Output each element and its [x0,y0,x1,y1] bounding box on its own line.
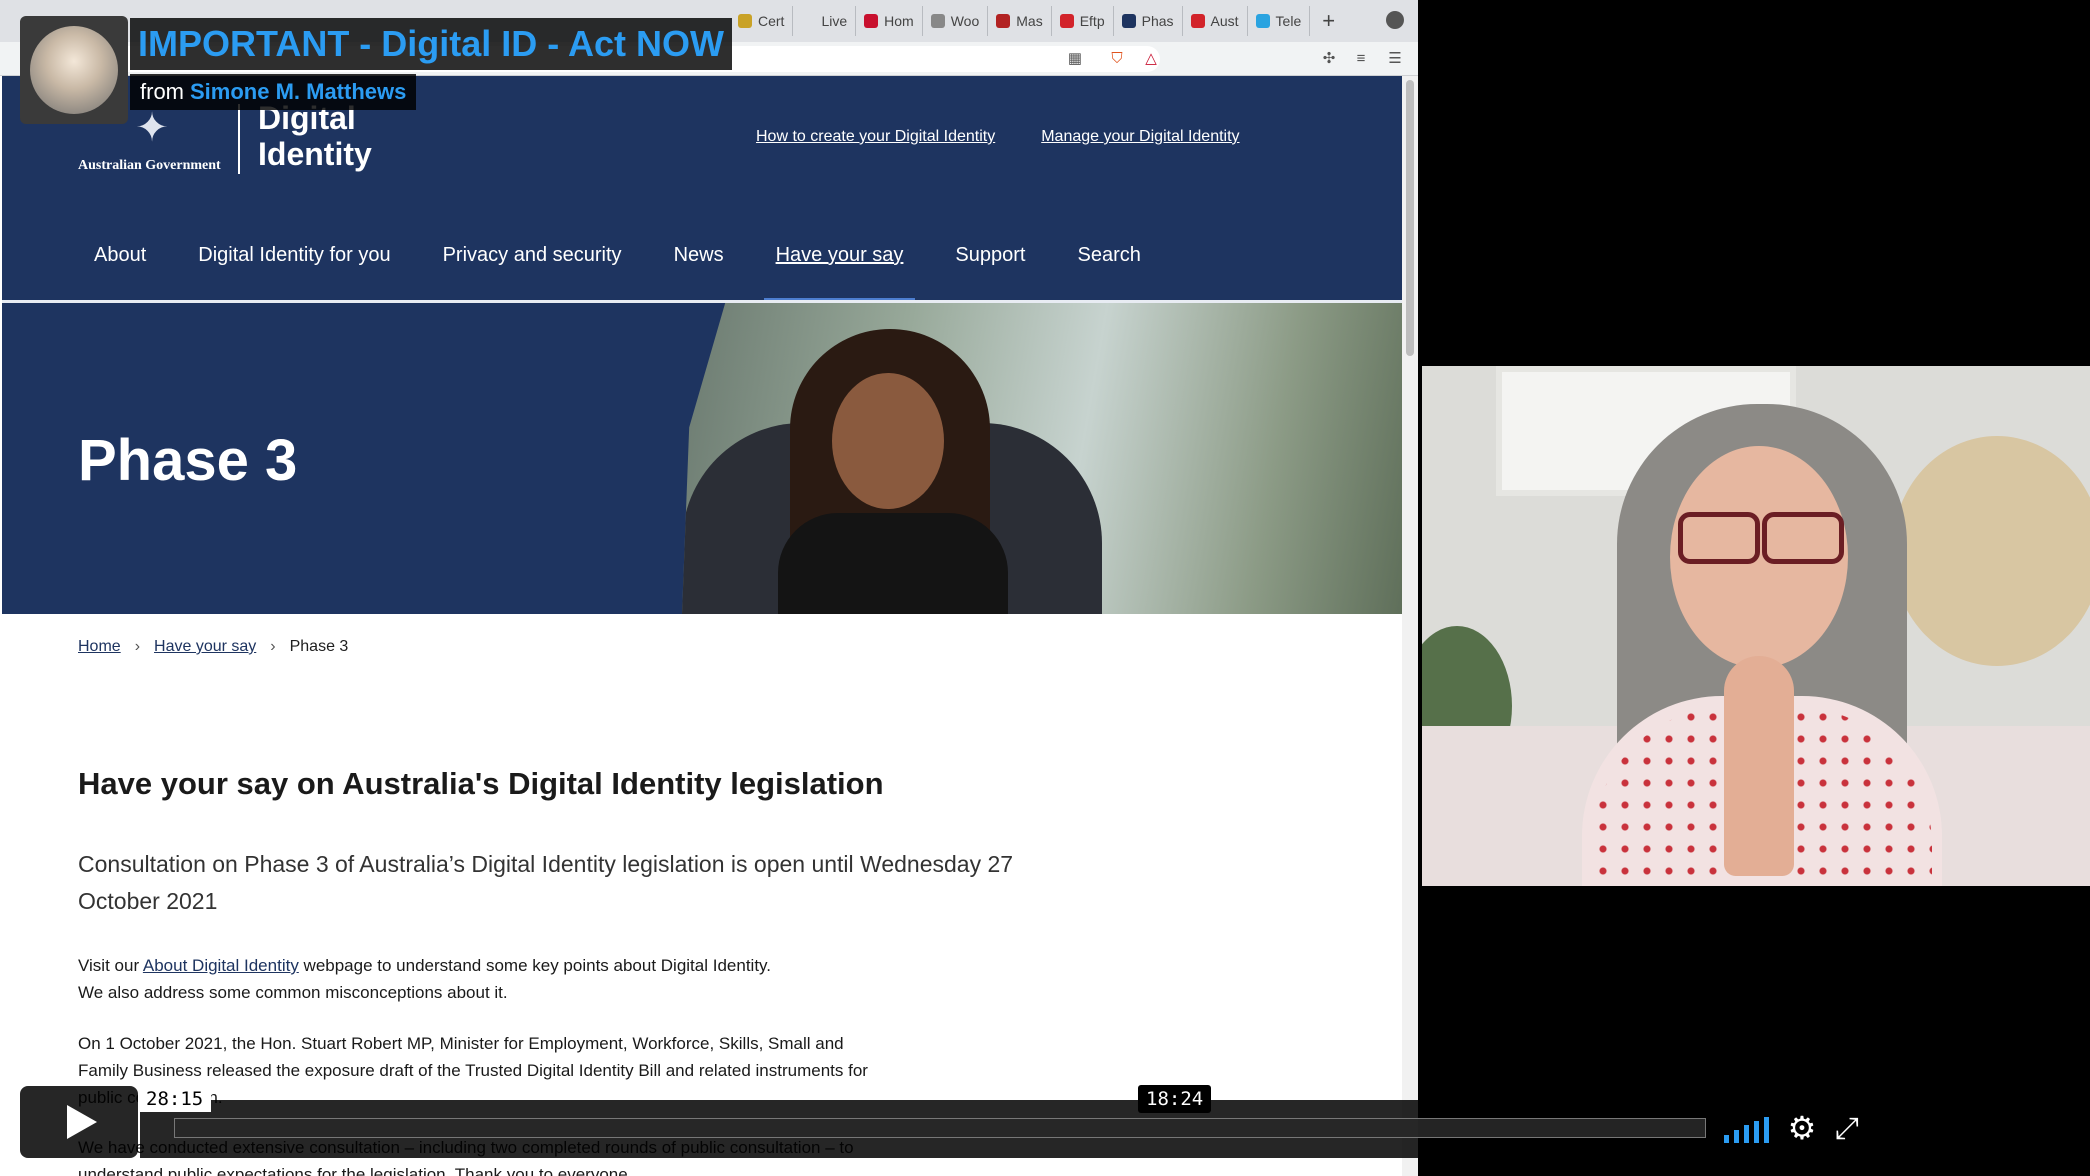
hero-title: Phase 3 [78,428,298,493]
nav-search[interactable]: Search [1051,234,1166,300]
settings-gear-icon[interactable]: ⚙ [1786,1112,1818,1144]
nav-privacy-and-security[interactable]: Privacy and security [417,234,648,300]
breadcrumb: Home › Have your say › Phase 3 [78,638,348,656]
tab-label: Eftp [1079,13,1105,29]
video-byline: from Simone M. Matthews [130,74,417,110]
video-title[interactable]: IMPORTANT - Digital ID - Act NOW [138,23,724,65]
reading-list-icon[interactable]: ≡ [1352,50,1370,68]
link-manage-digital-identity[interactable]: Manage your Digital Identity [1041,128,1239,146]
browser-tab[interactable]: Tele [1248,6,1311,36]
tab-label: Phas [1141,13,1174,29]
logo-divider [238,104,240,174]
intro-text: webpage to understand some key points ab… [298,956,772,975]
tab-favicon [1121,14,1136,28]
lead-paragraph: Consultation on Phase 3 of Australia’s D… [78,851,1014,914]
current-time: 28:15 [138,1086,212,1112]
government-name: Australian Government [78,158,221,173]
browser-window: Cert Live Hom Woo Mas Eftp Phas Aust Tel… [0,0,1418,1176]
volume-bar [1764,1117,1769,1143]
tab-label: Hom [884,13,914,29]
volume-bar [1744,1125,1749,1143]
section-heading: Have your say on Australia's Digital Ide… [78,766,884,801]
author-link[interactable]: Simone M. Matthews [190,79,406,105]
tab-search-icon[interactable] [1386,11,1404,29]
nav-about[interactable]: About [68,234,172,300]
tab-favicon [930,14,945,28]
browser-tab[interactable]: Mas [988,6,1052,36]
video-title-box[interactable]: IMPORTANT - Digital ID - Act NOW [130,18,732,70]
site-brand-name[interactable]: Digital Identity [258,100,428,172]
link-create-digital-identity[interactable]: How to create your Digital Identity [756,128,995,146]
main-navigation: About Digital Identity for you Privacy a… [2,234,1167,302]
volume-bar [1734,1130,1739,1143]
intro-text: We also address some common misconceptio… [78,983,508,1002]
tab-favicon [996,14,1011,28]
hero-photo-face [832,373,944,509]
webcam-wall-basket [1892,436,2090,666]
nav-support[interactable]: Support [929,234,1051,300]
hover-time-tooltip: 18:24 [1138,1085,1212,1113]
browser-tab[interactable]: Cert [730,6,794,36]
volume-bar [1754,1121,1759,1143]
browser-tab[interactable]: Eftp [1052,6,1114,36]
tab-label: Tele [1275,13,1302,29]
hero-photo [682,303,1402,614]
nav-have-your-say[interactable]: Have your say [750,234,930,302]
browser-tab[interactable]: Hom [856,6,923,36]
nav-news[interactable]: News [648,234,750,300]
about-digital-identity-link[interactable]: About Digital Identity [143,956,299,975]
tab-favicon [864,14,879,28]
byline-prefix: from [140,79,184,104]
play-icon [67,1105,97,1139]
page-scrollbar-thumb[interactable] [1406,80,1414,356]
tab-label: Woo [950,13,980,29]
intro-paragraph: Visit our About Digital Identity webpage… [78,952,898,1006]
extensions-puzzle-icon[interactable]: ✣ [1320,50,1338,68]
new-tab-button[interactable]: + [1322,8,1335,34]
volume-bar [1724,1135,1729,1143]
tab-favicon [801,14,816,28]
volume-icon[interactable] [1724,1117,1772,1143]
presenter-webcam [1422,366,2090,886]
breadcrumb-current: Phase 3 [289,638,349,655]
hero-photo-body [778,513,1008,614]
brave-shield-icon[interactable]: ⛉ [1108,50,1126,68]
tab-favicon [1059,14,1074,28]
hero-banner: Phase 3 [2,303,1402,614]
fullscreen-icon[interactable]: ⤢ [1832,1114,1862,1144]
tab-label: Aust [1210,13,1239,29]
avatar-portrait [30,26,118,114]
utility-links: How to create your Digital Identity Mana… [756,128,1240,146]
breadcrumb-separator: › [270,638,276,655]
tab-favicon [1190,14,1205,28]
progress-bar[interactable] [174,1118,1706,1138]
tab-favicon [738,14,752,28]
rewards-triangle-icon[interactable]: △ [1142,50,1160,68]
browser-tab[interactable]: Woo [923,6,989,36]
qr-code-icon[interactable]: ▦ [1066,50,1084,68]
browser-tab[interactable]: Live [793,6,857,36]
channel-avatar[interactable] [20,16,128,124]
browser-tab[interactable]: Phas [1114,6,1183,36]
tab-label: Live [821,13,848,29]
tab-label: Mas [1016,13,1043,29]
video-player[interactable]: Cert Live Hom Woo Mas Eftp Phas Aust Tel… [0,0,2090,1176]
player-control-bar [140,1100,1874,1158]
tab-label: Cert [758,13,785,29]
presenter-hands [1724,656,1794,876]
play-button[interactable] [20,1086,138,1158]
nav-digital-identity-for-you[interactable]: Digital Identity for you [172,234,416,300]
browser-menu-icon[interactable]: ☰ [1386,50,1404,68]
intro-text: Visit our [78,956,143,975]
browser-tab[interactable]: Aust [1183,6,1248,36]
breadcrumb-separator: › [134,638,141,655]
breadcrumb-have-your-say[interactable]: Have your say [154,638,256,656]
presenter-glasses [1672,512,1850,564]
breadcrumb-home[interactable]: Home [78,638,121,656]
tab-favicon [1255,14,1270,28]
